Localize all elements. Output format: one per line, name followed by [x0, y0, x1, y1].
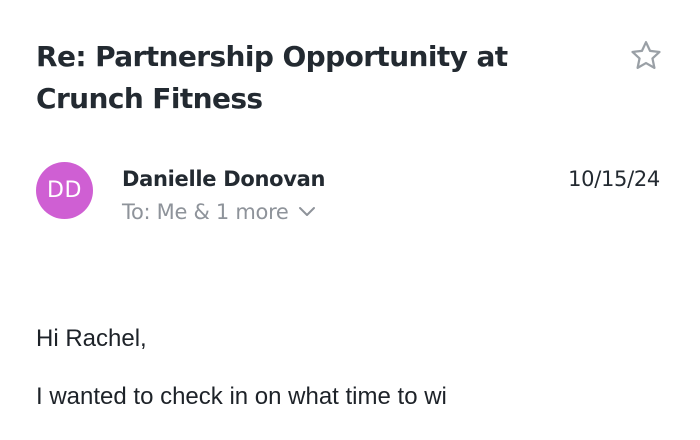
recipients-toggle[interactable]: To: Me & 1 more — [122, 198, 317, 226]
email-body-line: I wanted to check in on what time to wi — [36, 383, 447, 410]
email-greeting: Hi Rachel, — [36, 325, 147, 352]
sender-name[interactable]: Danielle Donovan — [122, 165, 326, 193]
recipients-label: To: Me & 1 more — [122, 200, 289, 224]
email-body: Hi Rachel, I wanted to check in on what … — [36, 324, 666, 440]
chevron-down-icon — [297, 205, 317, 219]
email-date: 10/15/24 — [568, 167, 660, 191]
email-subject: Re: Partnership Opportunity at Crunch Fi… — [36, 40, 508, 115]
star-icon[interactable] — [628, 38, 664, 74]
avatar[interactable]: DD — [36, 162, 93, 219]
